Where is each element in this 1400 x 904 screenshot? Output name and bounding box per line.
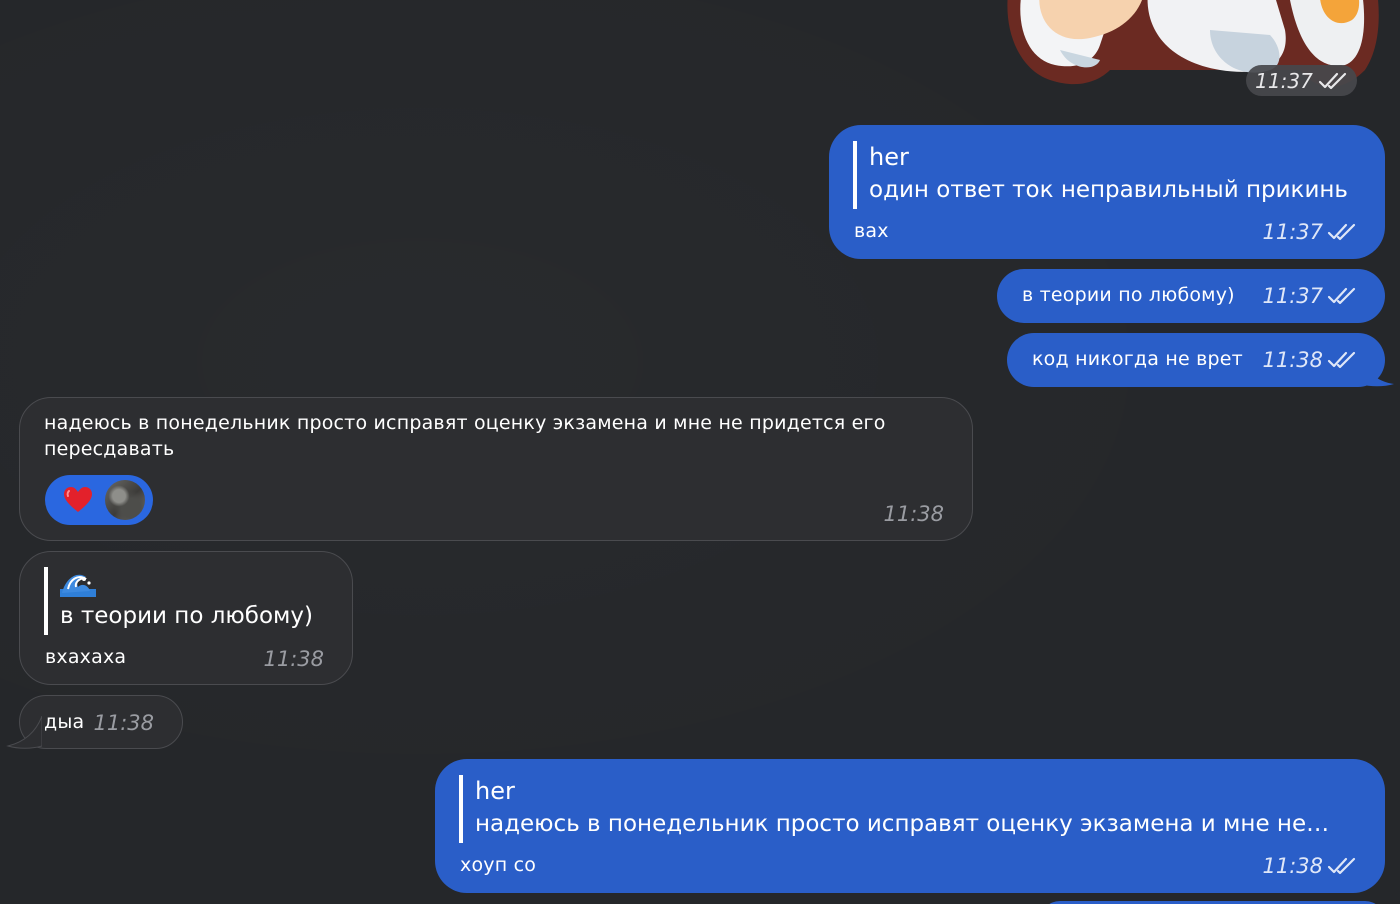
reply-quote-author: her (475, 777, 515, 805)
message-time: 11:37 (1262, 284, 1323, 308)
message-meta: 11:37 (1262, 283, 1357, 309)
reply-quote[interactable]: her надеюсь в понедельник просто исправя… (459, 775, 1359, 843)
message-text: в теории по любому) (1022, 284, 1235, 306)
message-bubble-outgoing[interactable]: her один ответ ток неправильный прикинь … (829, 125, 1385, 259)
message-bubble-incoming[interactable]: дыа 11:38 (19, 695, 183, 749)
message-text: дыа (44, 711, 85, 733)
message-meta: 11:38 (93, 710, 154, 736)
reactor-avatar (105, 480, 145, 520)
message-bubble-incoming[interactable]: в теории по любому) вхахаха 11:38 (19, 551, 353, 685)
sticker[interactable] (1000, 0, 1380, 120)
double-check-icon (1327, 287, 1357, 305)
double-check-icon (1327, 857, 1357, 875)
sticker-timestamp: 11:37 (1246, 65, 1357, 96)
message-time: 11:38 (93, 711, 154, 735)
message-time: 11:38 (883, 502, 944, 526)
message-time: 11:38 (1262, 854, 1323, 878)
reply-quote-author: her (869, 143, 909, 171)
reply-quote-text: один ответ ток неправильный прикинь (869, 177, 1348, 203)
message-bubble-incoming[interactable]: надеюсь в понедельник просто исправят оц… (19, 397, 973, 541)
message-text: надеюсь в понедельник просто исправят оц… (44, 412, 886, 460)
message-meta: 11:38 (1262, 853, 1357, 879)
message-text: вхахаха (45, 646, 127, 668)
message-time: 11:37 (1262, 220, 1323, 244)
water-wave-icon (60, 569, 96, 597)
double-check-icon (1327, 351, 1357, 369)
reply-quote-text: в теории по любому) (60, 603, 313, 629)
bubble-tail (1360, 356, 1394, 387)
red-heart-icon (63, 486, 93, 514)
message-text: вах (854, 220, 889, 242)
reply-quote-text: надеюсь в понедельник просто исправят оц… (475, 811, 1330, 837)
reply-quote[interactable]: her один ответ ток неправильный прикинь (853, 141, 1363, 209)
chat-area: 11:37 her один ответ ток неправильный пр… (0, 0, 1400, 904)
sticker-time-text: 11:37 (1255, 68, 1313, 93)
reply-quote[interactable]: в теории по любому) (44, 567, 334, 635)
double-check-icon (1318, 72, 1348, 90)
message-meta: 11:38 (1262, 347, 1357, 373)
message-bubble-outgoing[interactable]: her надеюсь в понедельник просто исправя… (435, 759, 1385, 893)
bubble-tail (6, 716, 42, 749)
message-meta: 11:38 (883, 501, 944, 527)
message-text: хоуп со (460, 854, 537, 876)
message-meta: 11:38 (263, 646, 324, 672)
double-check-icon (1327, 223, 1357, 241)
reply-quote-author (60, 567, 334, 599)
message-time: 11:38 (263, 647, 324, 671)
message-bubble-outgoing[interactable]: в теории по любому) 11:37 (997, 269, 1385, 323)
message-text: код никогда не врет (1032, 348, 1243, 370)
reactions-pill[interactable] (45, 475, 153, 525)
message-time: 11:38 (1262, 348, 1323, 372)
message-meta: 11:37 (1262, 219, 1357, 245)
message-bubble-outgoing[interactable]: код никогда не врет 11:38 (1007, 333, 1385, 387)
cartoon-sticker-icon (1007, 0, 1379, 87)
